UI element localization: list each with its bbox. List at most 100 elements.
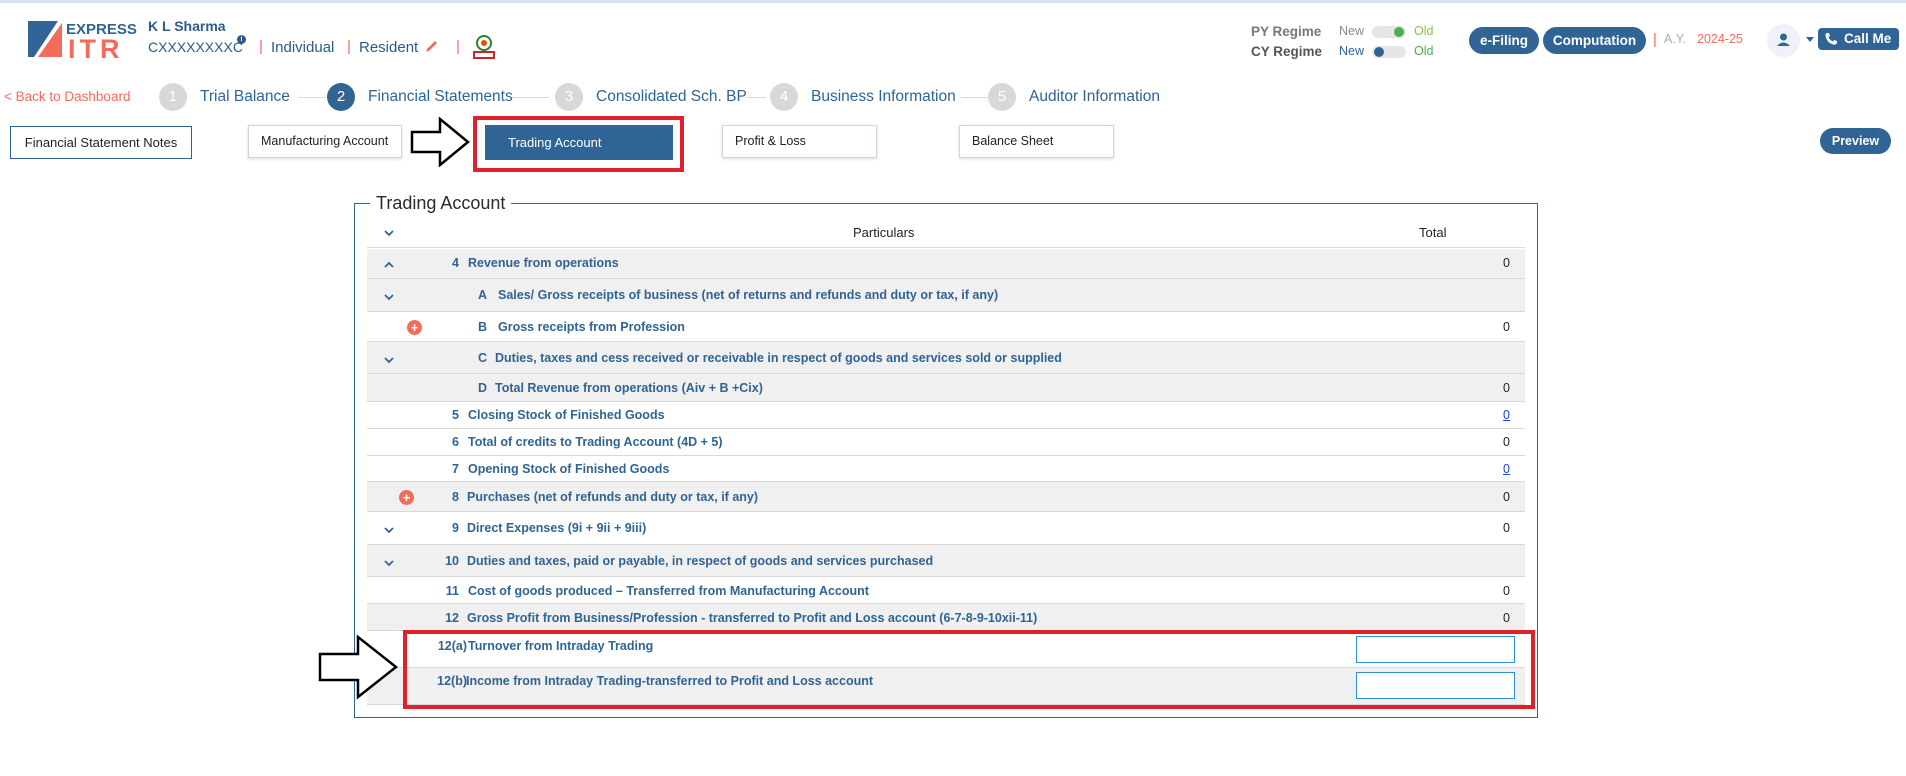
row-number: B <box>477 320 487 334</box>
computation-button[interactable]: Computation <box>1543 27 1646 54</box>
step-connector <box>746 97 766 98</box>
step-number: 1 <box>159 83 187 111</box>
row-number: 5 <box>452 408 459 422</box>
tab-balance-sheet[interactable]: Balance Sheet <box>959 125 1114 158</box>
step-number: 4 <box>770 83 798 111</box>
preview-button[interactable]: Preview <box>1820 128 1891 154</box>
row-label: Purchases (net of refunds and duty or ta… <box>467 490 759 504</box>
ay-value[interactable]: 2024-25 <box>1697 32 1743 46</box>
panel-title: Trading Account <box>370 193 512 214</box>
step-connector <box>511 97 549 98</box>
tab-profit-loss[interactable]: Profit & Loss <box>722 125 877 158</box>
table-row: + B Gross receipts from Profession 0 <box>367 312 1525 342</box>
chevron-down-icon[interactable] <box>1806 37 1814 42</box>
chevron-down-icon[interactable] <box>384 292 394 302</box>
row-value: 0 <box>1503 584 1510 598</box>
column-header-total: Total <box>1419 225 1447 240</box>
row-number: 7 <box>452 462 459 476</box>
row-value: 0 <box>1503 381 1510 395</box>
row-number: 6 <box>452 435 459 449</box>
logo-text-itr: ITR <box>68 34 124 64</box>
table-row: 9 Direct Expenses (9i + 9ii + 9iii) 0 <box>367 512 1525 545</box>
row-value: 0 <box>1503 320 1510 334</box>
row-label: Duties, taxes and cess received or recei… <box>495 351 1062 365</box>
cy-regime-new-label: New <box>1339 44 1365 58</box>
step-number: 5 <box>988 83 1016 111</box>
row-value: 0 <box>1503 611 1510 625</box>
top-header: EXPRESS ITR K L Sharma CXXXXXXXXC i | In… <box>0 0 1906 75</box>
row-value: 0 <box>1503 490 1510 504</box>
chevron-down-icon[interactable] <box>384 525 394 535</box>
row-value: 0 <box>1503 256 1510 270</box>
table-row: D Total Revenue from operations (Aiv + B… <box>367 374 1525 402</box>
info-icon[interactable]: i <box>237 35 246 44</box>
table-row: C Duties, taxes and cess received or rec… <box>367 342 1525 374</box>
row-label: Cost of goods produced – Transferred fro… <box>468 584 869 598</box>
tab-trading-account[interactable]: Trading Account <box>485 125 673 160</box>
py-regime-new-label: New <box>1339 24 1365 38</box>
cy-regime-toggle[interactable] <box>1372 46 1406 58</box>
step-connector <box>961 97 988 98</box>
chevron-down-icon[interactable] <box>384 558 394 568</box>
table-row: 5 Closing Stock of Finished Goods 0 <box>367 402 1525 429</box>
efiling-button[interactable]: e-Filing <box>1469 27 1539 54</box>
row-value-link[interactable]: 0 <box>1503 408 1510 422</box>
express-itr-logo[interactable]: EXPRESS ITR <box>28 19 137 63</box>
toggle-knob <box>1394 27 1404 37</box>
row-number: 11 <box>445 584 459 598</box>
row-number: 4 <box>452 256 459 270</box>
chevron-down-icon[interactable] <box>384 228 394 238</box>
table-row: A Sales/ Gross receipts of business (net… <box>367 279 1525 312</box>
user-avatar[interactable] <box>1767 24 1800 57</box>
row-value-link[interactable]: 0 <box>1503 462 1510 476</box>
user-icon <box>1777 33 1790 46</box>
py-regime-old-label: Old <box>1414 24 1434 38</box>
call-me-label: Call Me <box>1844 31 1892 46</box>
add-icon[interactable]: + <box>407 320 422 335</box>
toggle-knob <box>1374 47 1384 57</box>
table-row: 7 Opening Stock of Finished Goods 0 <box>367 456 1525 482</box>
column-header-particulars: Particulars <box>853 225 915 240</box>
separator: | <box>456 38 460 55</box>
user-residency: Resident <box>359 39 419 56</box>
row-number: 9 <box>452 521 459 535</box>
step-label: Auditor Information <box>1029 88 1160 105</box>
table-row: 11 Cost of goods produced – Transferred … <box>367 577 1525 604</box>
table-row: 12 Gross Profit from Business/Profession… <box>367 604 1525 631</box>
table-row: 10 Duties and taxes, paid or payable, in… <box>367 545 1525 577</box>
user-type: Individual <box>271 39 335 56</box>
row-label: Revenue from operations <box>468 256 619 270</box>
step-connector <box>298 97 326 98</box>
py-regime-label: PY Regime <box>1251 24 1322 39</box>
ay-label: A.Y. <box>1664 32 1687 46</box>
intraday-highlight-box <box>403 630 1535 709</box>
row-label: Opening Stock of Finished Goods <box>468 462 670 476</box>
row-label: Direct Expenses (9i + 9ii + 9iii) <box>467 521 647 535</box>
row-number: 8 <box>452 490 459 504</box>
separator: | <box>259 38 263 55</box>
row-label: Sales/ Gross receipts of business (net o… <box>498 288 999 302</box>
user-pan: CXXXXXXXXC <box>148 39 243 55</box>
row-value: 0 <box>1503 521 1510 535</box>
edit-pencil-icon[interactable] <box>425 38 439 52</box>
row-number: C <box>477 351 487 365</box>
phone-icon <box>1825 33 1837 45</box>
step-label: Trial Balance <box>200 88 290 105</box>
table-row: 4 Revenue from operations 0 <box>367 249 1525 279</box>
separator: | <box>347 38 351 55</box>
cy-regime-old-label: Old <box>1414 44 1434 58</box>
py-regime-toggle[interactable] <box>1372 26 1406 38</box>
back-to-dashboard-link[interactable]: < Back to Dashboard <box>4 89 130 104</box>
chevron-up-icon[interactable] <box>384 260 394 270</box>
row-label: Gross Profit from Business/Profession - … <box>467 611 1038 625</box>
financial-statement-notes-button[interactable]: Financial Statement Notes <box>10 126 192 159</box>
annotation-arrow-icon <box>410 117 470 167</box>
table-row: + 8 Purchases (net of refunds and duty o… <box>367 482 1525 512</box>
chevron-down-icon[interactable] <box>384 355 394 365</box>
income-tax-emblem-icon <box>473 35 495 59</box>
row-number: 10 <box>445 554 459 568</box>
tab-manufacturing-account[interactable]: Manufacturing Account <box>248 125 402 158</box>
add-icon[interactable]: + <box>399 490 414 505</box>
call-me-button[interactable]: Call Me <box>1818 28 1899 50</box>
step-label: Consolidated Sch. BP <box>596 88 747 105</box>
